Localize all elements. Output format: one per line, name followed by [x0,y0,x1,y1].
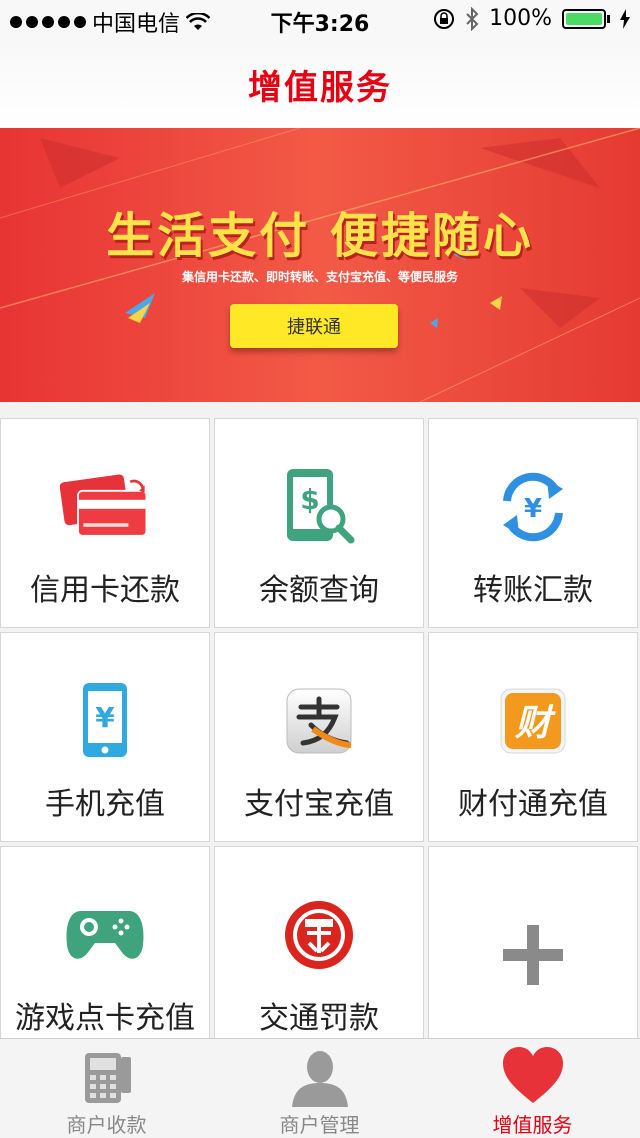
status-right: 100% [433,6,630,31]
banner-headline: 生活支付 便捷随心 [106,208,534,264]
svg-text:¥: ¥ [524,494,542,524]
tab-label: 商户收款 [66,1113,147,1137]
service-grid: 信用卡还款 $ 余额查询 ¥ 转账汇款 ¥ 手机充值 支付宝充值 财 财付通充值… [0,418,640,1056]
service-label: 财付通充值 [458,787,608,822]
service-label: 手机充值 [45,787,165,822]
credit-card-icon [60,467,150,547]
tab-value-added-services[interactable]: 增值服务 [426,1039,639,1137]
service-mobile-recharge[interactable]: ¥ 手机充值 [0,632,210,842]
service-tenpay-recharge[interactable]: 财 财付通充值 [428,632,638,842]
user-icon [291,1051,348,1107]
tab-merchant-collection[interactable]: 商户收款 [0,1039,213,1137]
transfer-icon: ¥ [488,467,578,547]
heart-icon [502,1047,563,1103]
jielian-button[interactable]: 捷联通 [230,304,398,348]
promo-banner[interactable]: 生活支付 便捷随心 集信用卡还款、即时转账、支付宝充值、等便民服务 捷联通 [0,128,640,402]
tab-bar: 商户收款 商户管理 增值服务 [0,1038,640,1137]
service-balance-query[interactable]: $ 余额查询 [214,418,424,628]
charging-icon [620,8,630,29]
service-label: 信用卡还款 [30,573,180,608]
banner-subtitle: 集信用卡还款、即时转账、支付宝充值、等便民服务 [181,270,458,284]
alipay-icon [274,681,364,761]
service-credit-card[interactable]: 信用卡还款 [0,418,210,628]
nav-bar: 增值服务 [0,40,640,129]
service-label: 交通罚款 [259,1001,379,1036]
mobile-recharge-icon: ¥ [60,681,150,761]
pos-terminal-icon [84,1053,131,1103]
service-alipay-recharge[interactable]: 支付宝充值 [214,632,424,842]
battery-percent: 100% [489,6,552,31]
rotation-lock-icon [434,8,455,29]
svg-text:¥: ¥ [95,701,115,734]
service-transfer[interactable]: ¥ 转账汇款 [428,418,638,628]
tab-label: 增值服务 [492,1113,573,1137]
service-label: 余额查询 [259,573,379,608]
add-service-button[interactable] [428,846,638,1056]
service-label: 游戏点卡充值 [15,1001,195,1036]
service-label: 转账汇款 [473,573,593,608]
page-title: 增值服务 [248,67,392,108]
service-traffic-fine[interactable]: 交通罚款 [214,846,424,1056]
service-game-card[interactable]: 游戏点卡充值 [0,846,210,1056]
plus-icon [488,915,578,995]
svg-text:$: $ [300,483,319,516]
battery-icon [562,8,606,29]
tab-label: 商户管理 [279,1113,360,1137]
bluetooth-icon [466,6,479,31]
status-bar: 中国电信 下午3:26 100% [0,0,640,40]
service-label: 支付宝充值 [244,787,394,822]
tab-merchant-management[interactable]: 商户管理 [213,1039,426,1137]
svg-text:财: 财 [515,703,556,744]
balance-query-icon: $ [274,467,364,547]
tenpay-icon: 财 [488,681,578,761]
gamepad-icon [60,895,150,975]
traffic-fine-icon [274,895,364,975]
